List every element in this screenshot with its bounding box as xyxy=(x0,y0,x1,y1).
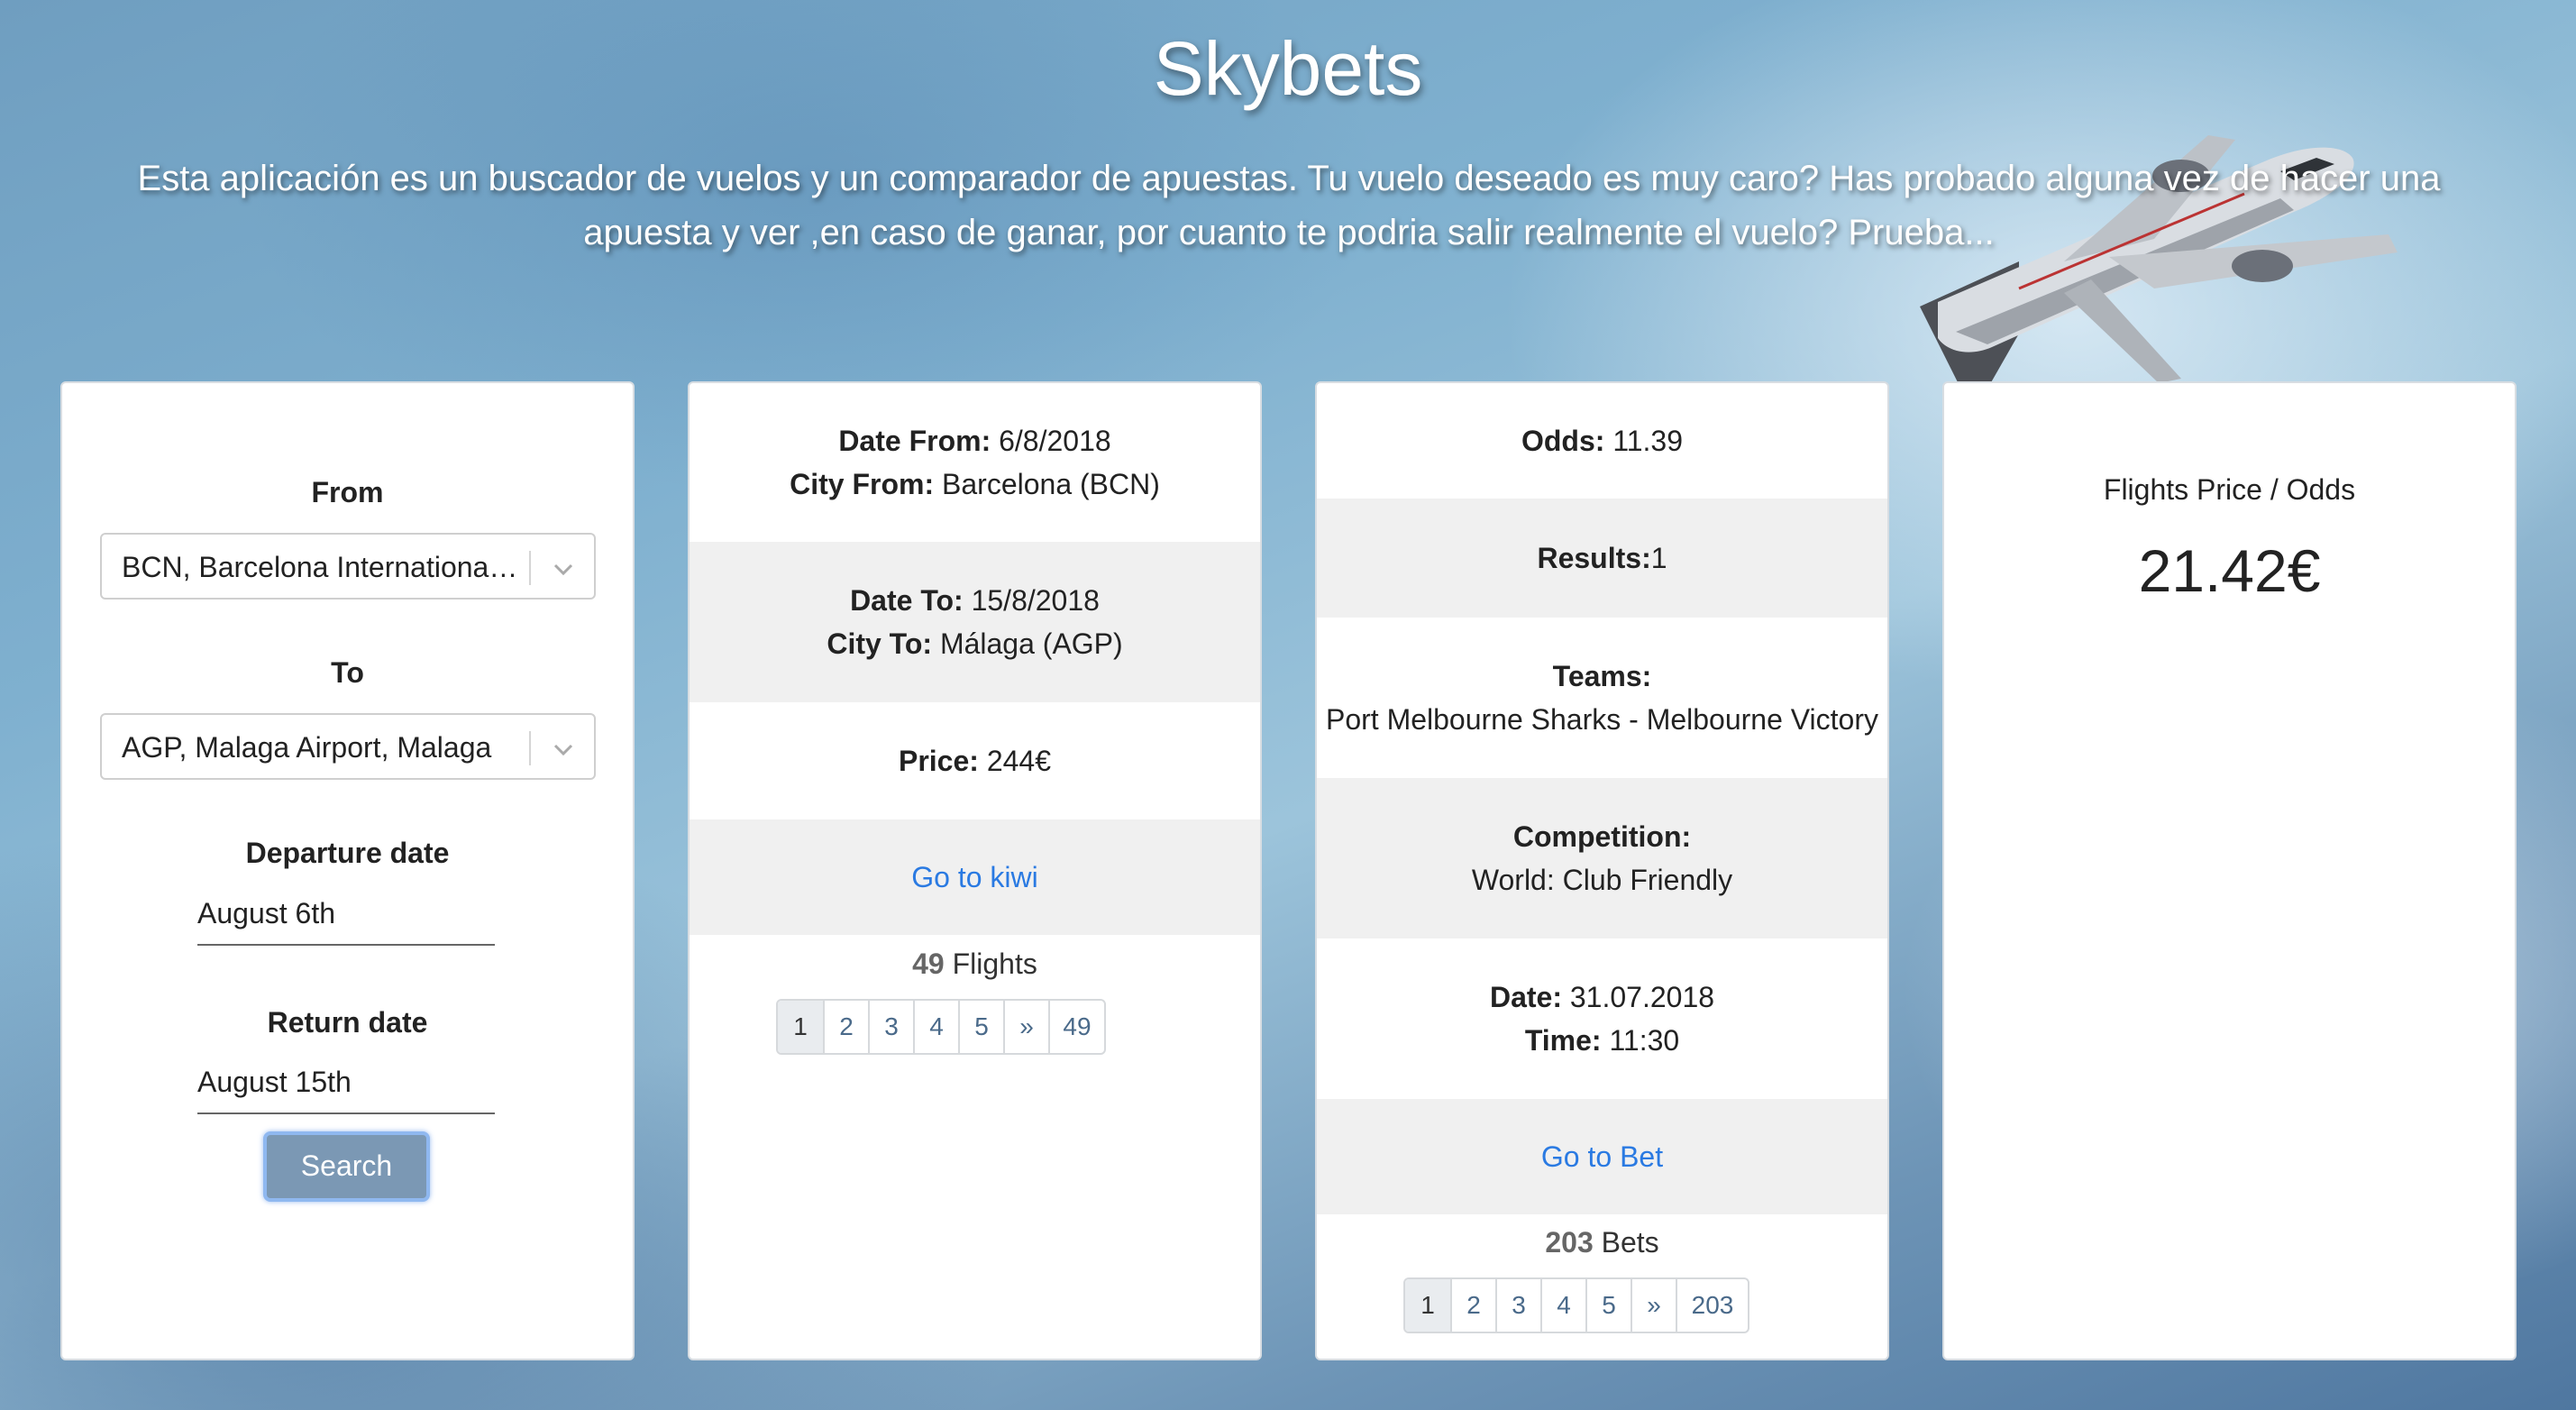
teams-row: Teams: Port Melbourne Sharks - Melbourne… xyxy=(1317,618,1887,778)
page-link[interactable]: 4 xyxy=(1540,1279,1585,1332)
return-date-input[interactable]: August 15th xyxy=(197,1066,495,1114)
chevron-down-icon[interactable] xyxy=(547,553,580,585)
ratio-label: Flights Price / Odds xyxy=(2103,473,2356,506)
flights-count-suffix: Flights xyxy=(952,948,1037,980)
last-page-link[interactable]: 203 xyxy=(1676,1279,1748,1332)
city-to-value: Málaga (AGP) xyxy=(939,627,1123,660)
teams-value: Port Melbourne Sharks - Melbourne Victor… xyxy=(1325,703,1878,736)
last-page-link[interactable]: 49 xyxy=(1048,1001,1104,1053)
page-link[interactable]: 3 xyxy=(1495,1279,1540,1332)
page-link[interactable]: 2 xyxy=(823,1001,868,1053)
departure-date-input[interactable]: August 6th xyxy=(197,897,495,946)
page-link[interactable]: 2 xyxy=(1450,1279,1495,1332)
go-to-kiwi-link[interactable]: Go to kiwi xyxy=(911,861,1037,893)
time-value: 11:30 xyxy=(1609,1024,1680,1057)
teams-label: Teams: xyxy=(1552,660,1652,692)
go-to-bet-link[interactable]: Go to Bet xyxy=(1541,1140,1663,1173)
price-label: Price: xyxy=(898,745,979,777)
to-select[interactable]: AGP, Malaga Airport, Malaga xyxy=(100,713,596,780)
competition-label: Competition: xyxy=(1512,820,1692,853)
bet-link-row: Go to Bet xyxy=(1317,1099,1887,1214)
page-link[interactable]: 1 xyxy=(1405,1279,1450,1332)
chevron-down-icon[interactable] xyxy=(547,733,580,765)
page-link[interactable]: 5 xyxy=(958,1001,1003,1053)
bets-count-suffix: Bets xyxy=(1601,1226,1659,1259)
next-page-link[interactable]: » xyxy=(1003,1001,1048,1053)
from-label: From xyxy=(311,476,384,508)
page-link[interactable]: 4 xyxy=(913,1001,958,1053)
app-description: Esta aplicación es un buscador de vuelos… xyxy=(137,159,2441,252)
to-label: To xyxy=(331,656,364,689)
results-row: Results:1 xyxy=(1317,499,1887,618)
city-from-value: Barcelona (BCN) xyxy=(942,468,1160,500)
flight-return-row: Date To: 15/8/2018 City To: Málaga (AGP) xyxy=(690,542,1260,702)
flight-departure-row: Date From: 6/8/2018 City From: Barcelona… xyxy=(690,383,1260,542)
page-link[interactable]: 5 xyxy=(1585,1279,1631,1332)
select-separator xyxy=(529,731,531,765)
date-to-value: 15/8/2018 xyxy=(971,584,1100,617)
return-date-label: Return date xyxy=(267,1006,428,1039)
results-label: Results: xyxy=(1537,542,1651,574)
ratio-card: Flights Price / Odds 21.42€ xyxy=(1942,381,2517,1360)
date-from-value: 6/8/2018 xyxy=(999,425,1111,457)
match-datetime-row: Date: 31.07.2018 Time: 11:30 xyxy=(1317,938,1887,1099)
page-link[interactable]: 1 xyxy=(778,1001,823,1053)
competition-value: World: Club Friendly xyxy=(1471,864,1733,896)
to-select-value: AGP, Malaga Airport, Malaga xyxy=(122,731,492,764)
search-card: From BCN, Barcelona International Airpor… xyxy=(60,381,635,1360)
flight-card: Date From: 6/8/2018 City From: Barcelona… xyxy=(688,381,1262,1360)
city-from-label: City From: xyxy=(790,468,935,500)
city-to-label: City To: xyxy=(827,627,933,660)
departure-date-label: Departure date xyxy=(245,837,450,869)
bets-pagination: 1 2 3 4 5 » 203 xyxy=(1403,1277,1749,1333)
price-value: 244€ xyxy=(986,745,1051,777)
ratio-value: 21.42€ xyxy=(2138,537,2321,604)
from-select[interactable]: BCN, Barcelona International Airport, Ba… xyxy=(100,533,596,600)
date-value: 31.07.2018 xyxy=(1569,981,1715,1013)
select-separator xyxy=(529,551,531,585)
date-label: Date: xyxy=(1489,981,1562,1013)
flights-pagination: 1 2 3 4 5 » 49 xyxy=(776,999,1106,1055)
bets-count: 203 Bets xyxy=(1317,1226,1887,1259)
odds-value: 11.39 xyxy=(1612,425,1684,457)
time-label: Time: xyxy=(1524,1024,1602,1057)
from-select-value: BCN, Barcelona International Airport, Ba… xyxy=(122,551,518,583)
next-page-link[interactable]: » xyxy=(1631,1279,1676,1332)
search-button[interactable]: Search xyxy=(263,1131,430,1202)
page-link[interactable]: 3 xyxy=(868,1001,913,1053)
flights-count: 49 Flights xyxy=(690,948,1260,981)
flight-link-row: Go to kiwi xyxy=(690,819,1260,935)
odds-row: Odds: 11.39 xyxy=(1317,383,1887,499)
competition-row: Competition: World: Club Friendly xyxy=(1317,778,1887,938)
odds-label: Odds: xyxy=(1521,425,1605,457)
results-value: 1 xyxy=(1650,542,1667,574)
date-from-label: Date From: xyxy=(838,425,991,457)
app-title: Skybets xyxy=(1153,26,1423,111)
flight-price-row: Price: 244€ xyxy=(690,702,1260,819)
bets-count-number: 203 xyxy=(1545,1226,1594,1259)
date-to-label: Date To: xyxy=(850,584,964,617)
bet-card: Odds: 11.39 Results:1 Teams: Port Melbou… xyxy=(1315,381,1889,1360)
flights-count-number: 49 xyxy=(912,948,945,980)
